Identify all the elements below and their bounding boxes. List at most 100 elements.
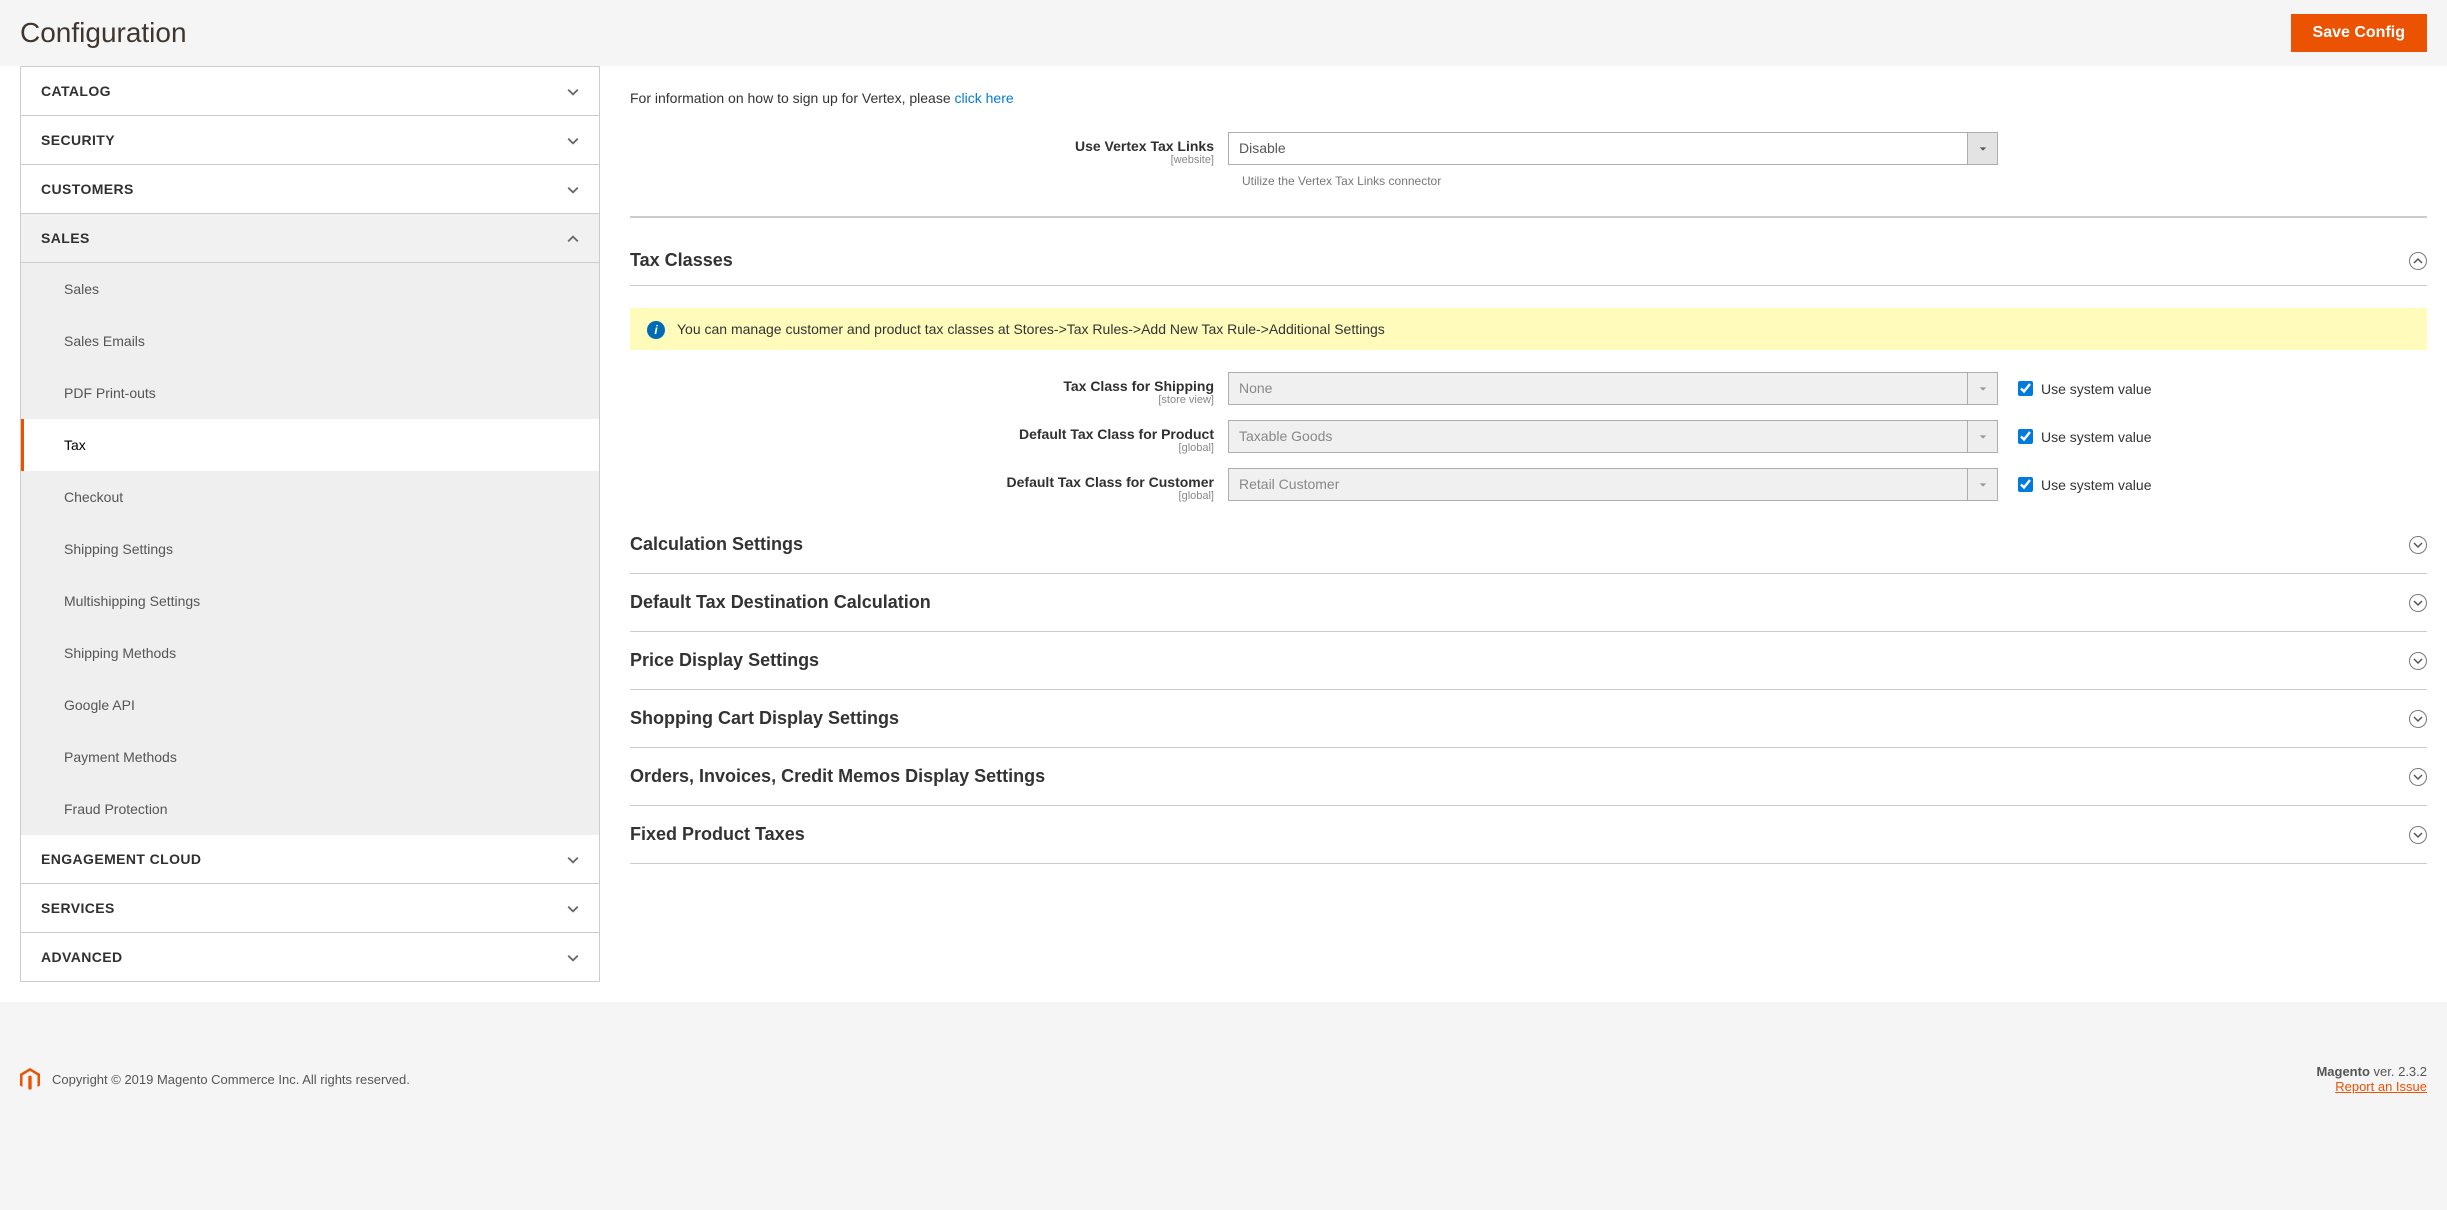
- sidebar-item-multishipping[interactable]: Multishipping Settings: [21, 575, 599, 627]
- field-label: Default Tax Class for Customer [global]: [630, 468, 1228, 502]
- sidebar-label: ADVANCED: [41, 949, 123, 965]
- select-wrap: Retail Customer: [1228, 468, 1998, 501]
- section-title: Default Tax Destination Calculation: [630, 592, 931, 613]
- footer-left: Copyright © 2019 Magento Commerce Inc. A…: [20, 1068, 410, 1090]
- sidebar-section-customers[interactable]: CUSTOMERS: [21, 165, 599, 214]
- version-text: ver. 2.3.2: [2370, 1064, 2427, 1079]
- sidebar-item-pdf[interactable]: PDF Print-outs: [21, 367, 599, 419]
- section-header-price-display[interactable]: Price Display Settings: [630, 632, 2427, 690]
- select-wrap: Taxable Goods: [1228, 420, 1998, 453]
- field-label: Use Vertex Tax Links [website]: [630, 132, 1228, 166]
- sidebar-label: CUSTOMERS: [41, 181, 134, 197]
- sidebar-section-engagement[interactable]: ENGAGEMENT CLOUD: [21, 835, 599, 884]
- use-system-checkbox[interactable]: [2018, 429, 2033, 444]
- field-label: Tax Class for Shipping [store view]: [630, 372, 1228, 406]
- section-header-calculation[interactable]: Calculation Settings: [630, 516, 2427, 574]
- section-header-tax-classes[interactable]: Tax Classes: [630, 236, 2427, 286]
- sidebar-item-fraud-protection[interactable]: Fraud Protection: [21, 783, 599, 835]
- sidebar-item-google-api[interactable]: Google API: [21, 679, 599, 731]
- page-footer: Copyright © 2019 Magento Commerce Inc. A…: [0, 1042, 2447, 1116]
- vertex-select[interactable]: Disable: [1228, 132, 1968, 165]
- collapse-down-icon: [2409, 710, 2427, 728]
- sidebar-item-sales[interactable]: Sales: [21, 263, 599, 315]
- sidebar-section-security[interactable]: SECURITY: [21, 116, 599, 165]
- use-system-label: Use system value: [2041, 381, 2151, 397]
- notice-tax-classes: i You can manage customer and product ta…: [630, 308, 2427, 350]
- use-system-product[interactable]: Use system value: [2018, 429, 2151, 445]
- collapsed-sections: Calculation Settings Default Tax Destina…: [630, 516, 2427, 864]
- sidebar-section-sales[interactable]: SALES: [21, 214, 599, 263]
- label-text: Default Tax Class for Customer: [1007, 474, 1214, 490]
- label-scope: [website]: [630, 154, 1214, 166]
- select-wrap: None: [1228, 372, 1998, 405]
- main-layout: CATALOG SECURITY CUSTOMERS SALES Sales S…: [0, 66, 2447, 1002]
- label-text: Use Vertex Tax Links: [1075, 138, 1214, 154]
- sidebar-section-services[interactable]: SERVICES: [21, 884, 599, 933]
- sidebar-item-checkout[interactable]: Checkout: [21, 471, 599, 523]
- report-issue-link[interactable]: Report an Issue: [2335, 1079, 2427, 1094]
- collapse-down-icon: [2409, 536, 2427, 554]
- sidebar-label: SERVICES: [41, 900, 115, 916]
- section-title: Orders, Invoices, Credit Memos Display S…: [630, 766, 1045, 787]
- config-content: For information on how to sign up for Ve…: [600, 66, 2427, 982]
- label-text: Tax Class for Shipping: [1063, 378, 1214, 394]
- select-wrap: Disable: [1228, 132, 1998, 165]
- divider: [630, 216, 2427, 218]
- sidebar-label: SECURITY: [41, 132, 115, 148]
- use-system-checkbox[interactable]: [2018, 477, 2033, 492]
- collapse-down-icon: [2409, 768, 2427, 786]
- copyright-text: Copyright © 2019 Magento Commerce Inc. A…: [52, 1072, 410, 1087]
- field-control: Retail Customer Use system value: [1228, 468, 2427, 501]
- section-header-cart-display[interactable]: Shopping Cart Display Settings: [630, 690, 2427, 748]
- chevron-down-icon: [567, 134, 579, 146]
- use-system-checkbox[interactable]: [2018, 381, 2033, 396]
- sidebar-item-tax[interactable]: Tax: [21, 419, 599, 471]
- page-header: Configuration Save Config: [0, 0, 2447, 66]
- collapse-down-icon: [2409, 826, 2427, 844]
- select-dropdown-toggle[interactable]: [1968, 132, 1998, 165]
- select-dropdown-toggle: [1968, 372, 1998, 405]
- label-scope: [global]: [630, 442, 1214, 454]
- product-tax-select: Taxable Goods: [1228, 420, 1968, 453]
- chevron-up-icon: [567, 232, 579, 244]
- customer-tax-select: Retail Customer: [1228, 468, 1968, 501]
- use-system-label: Use system value: [2041, 429, 2151, 445]
- sidebar-item-payment-methods[interactable]: Payment Methods: [21, 731, 599, 783]
- collapse-down-icon: [2409, 594, 2427, 612]
- chevron-down-icon: [567, 183, 579, 195]
- collapse-up-icon: [2409, 252, 2427, 270]
- section-title: Calculation Settings: [630, 534, 803, 555]
- sidebar-item-sales-emails[interactable]: Sales Emails: [21, 315, 599, 367]
- section-title: Tax Classes: [630, 250, 733, 271]
- save-config-button[interactable]: Save Config: [2291, 14, 2427, 52]
- section-header-destination[interactable]: Default Tax Destination Calculation: [630, 574, 2427, 632]
- field-label: Default Tax Class for Product [global]: [630, 420, 1228, 454]
- label-scope: [store view]: [630, 394, 1214, 406]
- sidebar-section-catalog[interactable]: CATALOG: [21, 67, 599, 116]
- sidebar-subitems-sales: Sales Sales Emails PDF Print-outs Tax Ch…: [21, 263, 599, 835]
- sidebar-label: CATALOG: [41, 83, 111, 99]
- vertex-note: Utilize the Vertex Tax Links connector: [1242, 174, 2427, 188]
- sidebar-item-shipping-methods[interactable]: Shipping Methods: [21, 627, 599, 679]
- section-header-fpt[interactable]: Fixed Product Taxes: [630, 806, 2427, 864]
- field-control: Taxable Goods Use system value: [1228, 420, 2427, 453]
- footer-right: Magento ver. 2.3.2 Report an Issue: [2316, 1064, 2427, 1094]
- section-header-orders-display[interactable]: Orders, Invoices, Credit Memos Display S…: [630, 748, 2427, 806]
- field-tax-customer: Default Tax Class for Customer [global] …: [630, 468, 2427, 502]
- intro-link[interactable]: click here: [955, 90, 1014, 106]
- label-scope: [global]: [630, 490, 1214, 502]
- field-vertex: Use Vertex Tax Links [website] Disable: [630, 132, 2427, 166]
- use-system-customer[interactable]: Use system value: [2018, 477, 2151, 493]
- section-tax-classes: Tax Classes i You can manage customer an…: [630, 236, 2427, 502]
- section-title: Price Display Settings: [630, 650, 819, 671]
- sidebar-section-advanced[interactable]: ADVANCED: [21, 933, 599, 981]
- use-system-shipping[interactable]: Use system value: [2018, 381, 2151, 397]
- config-sidebar: CATALOG SECURITY CUSTOMERS SALES Sales S…: [20, 66, 600, 982]
- sidebar-item-shipping-settings[interactable]: Shipping Settings: [21, 523, 599, 575]
- chevron-down-icon: [567, 902, 579, 914]
- page-title: Configuration: [20, 17, 187, 49]
- chevron-down-icon: [567, 853, 579, 865]
- shipping-tax-select: None: [1228, 372, 1968, 405]
- intro-prefix: For information on how to sign up for Ve…: [630, 90, 955, 106]
- chevron-down-icon: [567, 951, 579, 963]
